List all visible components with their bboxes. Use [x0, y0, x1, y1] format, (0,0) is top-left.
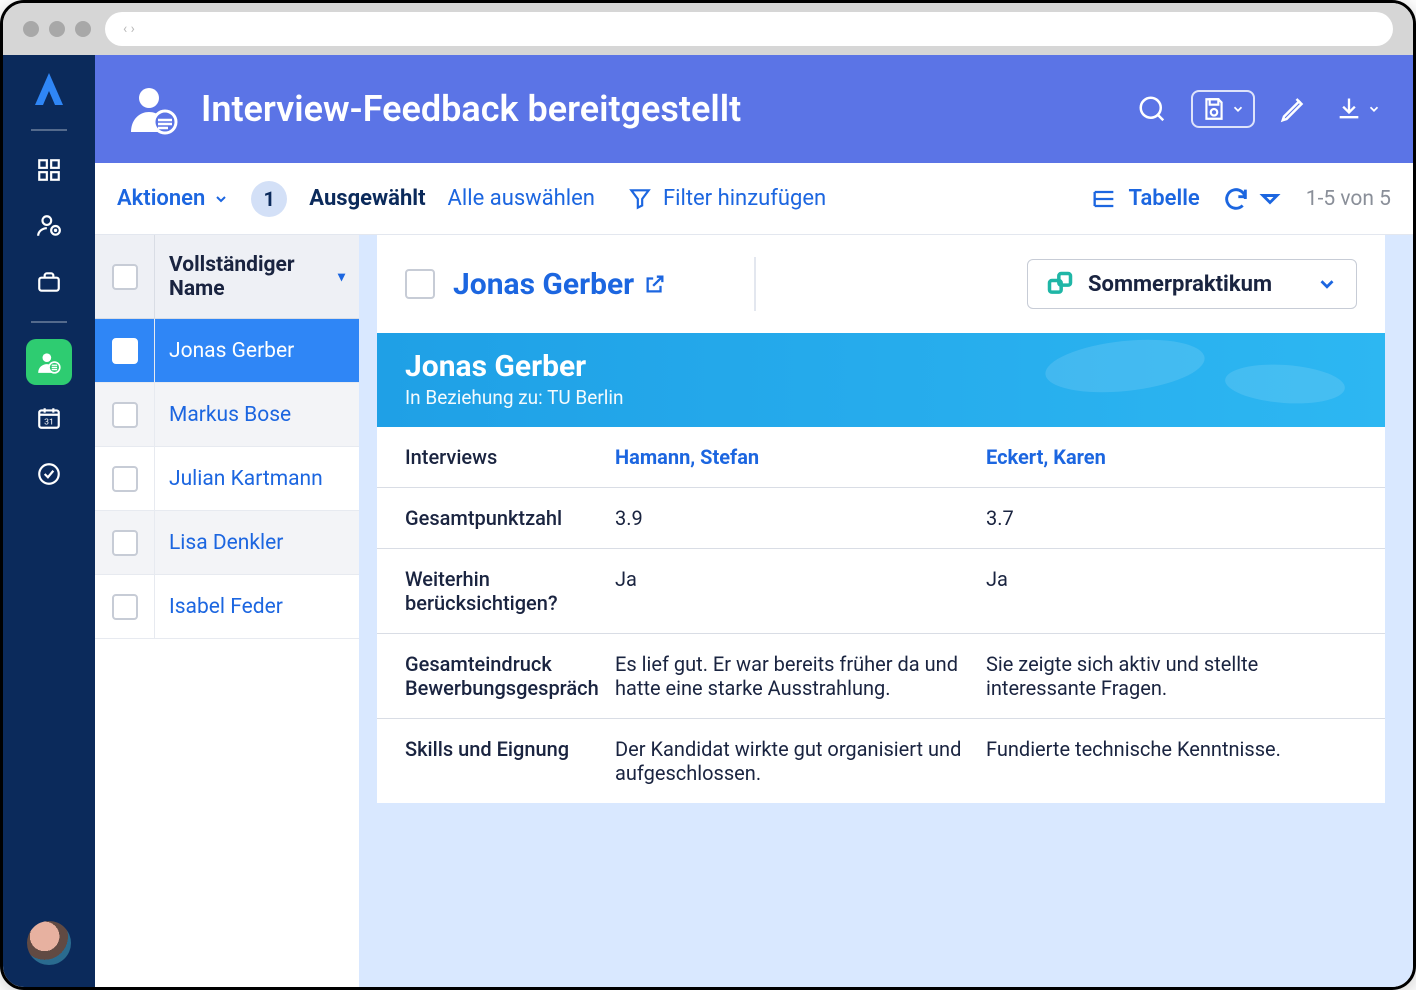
impression-value: Sie zeigte sich aktiv und stellte intere… [986, 652, 1357, 700]
view-toggle[interactable]: Tabelle [1090, 185, 1199, 213]
impression-value: Es lief gut. Er war bereits früher da un… [615, 652, 986, 700]
candidate-list-panel: Vollständiger Name ▾ Jonas Gerber Markus … [95, 235, 359, 987]
browser-chrome: ‹ › [3, 3, 1413, 55]
nav-arrows[interactable]: ‹ › [123, 21, 135, 37]
candidate-banner: Jonas Gerber In Beziehung zu: TU Berlin [377, 333, 1385, 427]
page-header: Interview-Feedback bereitgestellt [95, 55, 1413, 163]
open-external-icon [644, 273, 666, 295]
row-name-link[interactable]: Isabel Feder [155, 595, 359, 619]
refresh-icon [1222, 185, 1250, 213]
detail-table: Interviews Hamann, Stefan Eckert, Karen … [377, 427, 1385, 803]
download-dropdown-button[interactable] [1333, 91, 1383, 127]
selected-label: Ausgewählt [309, 186, 425, 211]
score-value: 3.7 [986, 506, 1357, 530]
actions-dropdown[interactable]: Aktionen [117, 186, 229, 211]
table-icon [1090, 185, 1118, 213]
row-label-impression: Gesamteindruck Bewerbungsgespräch [405, 652, 615, 700]
window-dot[interactable] [49, 21, 65, 37]
select-all-checkbox[interactable] [112, 264, 138, 290]
column-header-name[interactable]: Vollständiger Name ▾ [155, 253, 359, 301]
refresh-button[interactable] [1222, 185, 1284, 213]
banner-relation-line: In Beziehung zu: TU Berlin [405, 386, 1357, 409]
banner-candidate-name: Jonas Gerber [405, 349, 1357, 384]
window-dot[interactable] [75, 21, 91, 37]
detail-checkbox[interactable] [405, 269, 435, 299]
nav-briefcase-icon[interactable] [26, 259, 72, 305]
row-label-interviews: Interviews [405, 445, 615, 469]
side-nav: 31 [3, 55, 95, 987]
candidate-list-row[interactable]: Jonas Gerber [95, 319, 359, 383]
interviewer-link[interactable]: Hamann, Stefan [615, 445, 986, 469]
row-label-continue: Weiterhin berücksichtigen? [405, 567, 615, 615]
filter-icon [627, 186, 653, 212]
nav-calendar-icon[interactable]: 31 [26, 395, 72, 441]
candidate-list-row[interactable]: Markus Bose [95, 383, 359, 447]
score-value: 3.9 [615, 506, 986, 530]
edit-icon[interactable] [1275, 90, 1313, 128]
skills-value: Fundierte technische Kenntnisse. [986, 737, 1357, 785]
filter-label: Filter hinzufügen [663, 186, 826, 211]
continue-value: Ja [615, 567, 986, 615]
header-actions [1133, 90, 1383, 128]
url-bar[interactable]: ‹ › [105, 12, 1393, 46]
nav-dashboard-icon[interactable] [26, 147, 72, 193]
page-header-icon [125, 82, 179, 136]
svg-text:31: 31 [44, 418, 54, 428]
row-checkbox[interactable] [112, 338, 138, 364]
skills-value: Der Kandidat wirkte gut organisiert und … [615, 737, 986, 785]
continue-value: Ja [986, 567, 1357, 615]
row-label-score: Gesamtpunktzahl [405, 506, 615, 530]
row-name-link[interactable]: Lisa Denkler [155, 531, 359, 555]
window-dot[interactable] [23, 21, 39, 37]
detail-top-bar: Jonas Gerber Sommerpraktikum [377, 235, 1385, 333]
nav-separator [31, 321, 67, 323]
row-checkbox[interactable] [112, 466, 138, 492]
actions-label: Aktionen [117, 186, 205, 211]
candidate-list-row[interactable]: Isabel Feder [95, 575, 359, 639]
candidate-list-row[interactable]: Lisa Denkler [95, 511, 359, 575]
nav-person-icon[interactable] [26, 203, 72, 249]
add-filter-button[interactable]: Filter hinzufügen [627, 186, 826, 212]
row-checkbox[interactable] [112, 594, 138, 620]
search-icon[interactable] [1133, 90, 1171, 128]
view-label: Tabelle [1128, 186, 1199, 211]
interviewer-link[interactable]: Eckert, Karen [986, 445, 1357, 469]
user-avatar[interactable] [27, 921, 71, 965]
save-dropdown-button[interactable] [1191, 90, 1255, 128]
nav-separator [31, 129, 67, 131]
sort-caret-icon: ▾ [338, 269, 345, 285]
page-title: Interview-Feedback bereitgestellt [201, 88, 1111, 130]
toolbar: Aktionen 1 Ausgewählt Alle auswählen Fil… [95, 163, 1413, 235]
job-selector-dropdown[interactable]: Sommerpraktikum [1027, 259, 1357, 309]
candidate-detail-panel: Jonas Gerber Sommerpraktikum Jonas Gerbe… [359, 235, 1413, 987]
detail-candidate-name-link[interactable]: Jonas Gerber [453, 267, 666, 302]
row-name-link[interactable]: Julian Kartmann [155, 467, 359, 491]
row-name-link[interactable]: Markus Bose [155, 403, 359, 427]
chevron-down-icon [1316, 273, 1338, 295]
vertical-separator [754, 257, 756, 311]
row-checkbox[interactable] [112, 530, 138, 556]
list-header: Vollständiger Name ▾ [95, 235, 359, 319]
nav-candidates-icon[interactable] [26, 339, 72, 385]
row-label-skills: Skills und Eignung [405, 737, 615, 785]
window-controls [23, 21, 91, 37]
row-name-link[interactable]: Jonas Gerber [155, 339, 359, 363]
nav-check-circle-icon[interactable] [26, 451, 72, 497]
row-checkbox[interactable] [112, 402, 138, 428]
selected-count-badge: 1 [251, 181, 287, 217]
link-icon [1046, 270, 1074, 298]
app-logo-icon[interactable] [29, 69, 69, 109]
select-all-link[interactable]: Alle auswählen [448, 186, 595, 211]
candidate-list-row[interactable]: Julian Kartmann [95, 447, 359, 511]
paging-text: 1-5 von 5 [1306, 187, 1391, 211]
